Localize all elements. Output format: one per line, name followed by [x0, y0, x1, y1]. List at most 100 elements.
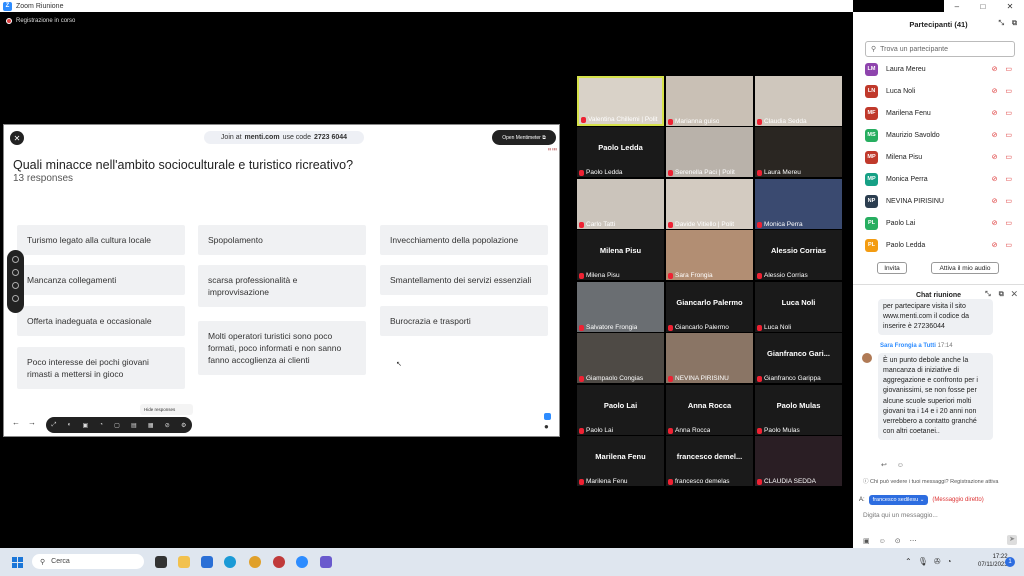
comment-icon[interactable]: ▢: [114, 422, 120, 429]
clock[interactable]: 17:22 07/11/2023: [978, 553, 1008, 570]
recording-indicator[interactable]: Registrazione in corso: [6, 18, 75, 24]
participant-row[interactable]: MP Milena Pisu ⊘ ▭: [865, 147, 1015, 167]
video-tile[interactable]: NEVINA PIRISINU: [666, 333, 753, 383]
timer-icon[interactable]: ◔: [99, 422, 103, 428]
muted-mic-icon: [668, 324, 673, 331]
grid-icon[interactable]: ▦: [148, 422, 154, 429]
video-tile[interactable]: Milena Pisu Milena Pisu: [577, 230, 664, 280]
video-tile[interactable]: Paolo Lai Paolo Lai: [577, 385, 664, 435]
tool-icon[interactable]: [12, 282, 19, 289]
tile-name: Valentina Chillemi | Polit: [588, 116, 658, 123]
settings-icon[interactable]: ⚙: [181, 422, 186, 429]
participant-row[interactable]: PL Paolo Lai ⊘ ▭: [865, 213, 1015, 233]
tool-icon[interactable]: [12, 256, 19, 263]
zoom-icon[interactable]: [296, 556, 308, 568]
response-card: Mancanza collegamenti: [17, 265, 185, 295]
tool-icon[interactable]: [12, 295, 19, 302]
presenter-toolbar[interactable]: ⤢ ◐ ▣ ◔ ▢ ▤ ▦ ⊘ ⚙: [46, 417, 192, 433]
reaction-icon[interactable]: ◐: [68, 422, 72, 428]
video-tile[interactable]: Alessio Corrias Alessio Corrias: [755, 230, 842, 280]
unmute-me-button[interactable]: Attiva il mio audio: [931, 262, 999, 274]
participant-row[interactable]: NP NEVINA PIRISINU ⊘ ▭: [865, 191, 1015, 211]
muted-mic-icon: [668, 221, 673, 228]
video-tile[interactable]: Valentina Chillemi | Polit: [577, 76, 664, 126]
video-tile[interactable]: Gianfranco Gari... Gianfranco Garippa: [755, 333, 842, 383]
chat-input[interactable]: Digita qui un messaggio...: [863, 512, 938, 519]
video-tile[interactable]: francesco demel... francesco demelas: [666, 436, 753, 486]
fullscreen-icon[interactable]: ⤢: [52, 422, 57, 429]
taskbar-search[interactable]: ⚲ Cerca: [32, 554, 144, 569]
tool-icon[interactable]: [12, 269, 19, 276]
invite-button[interactable]: Invita: [877, 262, 907, 274]
close-icon[interactable]: ✕: [10, 131, 24, 145]
video-tile[interactable]: Davide Vitiello | Polit: [666, 179, 753, 229]
video-tile[interactable]: Giampaolo Congias: [577, 333, 664, 383]
hide-icon[interactable]: ⊘: [165, 422, 170, 429]
audience-icon[interactable]: ●: [544, 413, 554, 431]
video-tile[interactable]: Luca Noli Luca Noli: [755, 282, 842, 332]
chat-window-icons[interactable]: ⤡ ⧉ ✕: [985, 291, 1020, 299]
hide-responses-tooltip: Hide responses: [140, 404, 193, 415]
tile-name: Paolo Mulas: [764, 427, 800, 434]
video-tile[interactable]: Paolo Mulas Paolo Mulas: [755, 385, 842, 435]
video-tile[interactable]: Paolo Ledda Paolo Ledda: [577, 127, 664, 177]
participant-row[interactable]: LM Laura Mereu ⊘ ▭: [865, 59, 1015, 79]
reply-icons[interactable]: ↩ ☺: [881, 461, 908, 469]
tile-name: Milena Pisu: [586, 272, 620, 279]
system-tray[interactable]: ⌃🎙︎✇◔: [905, 557, 957, 566]
response-card: Smantellamento dei servizi essenziali: [380, 265, 548, 295]
video-tile[interactable]: Sara Frongia: [666, 230, 753, 280]
muted-video-off-icon: ⊘ ▭: [991, 110, 1015, 117]
windows-start-icon[interactable]: [12, 557, 23, 568]
video-tile[interactable]: Laura Mereu: [755, 127, 842, 177]
video-tile[interactable]: CLAUDIA SEDDA: [755, 436, 842, 486]
video-tile[interactable]: Carlo Tatti: [577, 179, 664, 229]
recipient-select[interactable]: francesco sedilesu ⌄: [868, 495, 929, 505]
video-tile[interactable]: Claudia Sedda: [755, 76, 842, 126]
participant-row[interactable]: MF Marilena Fenu ⊘ ▭: [865, 103, 1015, 123]
mouse-cursor-icon: ↖: [396, 361, 402, 368]
participant-name: Marilena Fenu: [886, 109, 931, 117]
maximize-button[interactable]: □: [980, 2, 985, 11]
muted-video-off-icon: ⊘ ▭: [991, 198, 1015, 205]
open-mentimeter-button[interactable]: Open Mentimeter ⧉: [492, 130, 556, 145]
task-view-icon[interactable]: [155, 556, 167, 568]
chat-privacy-note[interactable]: ⓘ Chi può vedere i tuoi messaggi? Regist…: [863, 477, 998, 485]
close-window-button[interactable]: ✕: [1007, 2, 1014, 11]
participants-title: Partecipanti (41): [909, 19, 968, 29]
file-explorer-icon[interactable]: [178, 556, 190, 568]
video-tile[interactable]: Serenella Paci | Polit: [666, 127, 753, 177]
video-tile[interactable]: Marilena Fenu Marilena Fenu: [577, 436, 664, 486]
edge-icon[interactable]: [224, 556, 236, 568]
app-icon[interactable]: [320, 556, 332, 568]
minimize-button[interactable]: –: [955, 2, 959, 11]
panel-window-icons[interactable]: ⤡ ⧉: [998, 20, 1020, 28]
slide-nav[interactable]: ←→: [12, 418, 44, 427]
tile-name: CLAUDIA SEDDA: [764, 478, 817, 485]
chat-icon[interactable]: ▤: [131, 422, 137, 429]
tile-display-name: Marilena Fenu: [595, 452, 646, 461]
notification-badge[interactable]: 1: [1005, 557, 1015, 567]
participant-row[interactable]: MS Maurizio Savoldo ⊘ ▭: [865, 125, 1015, 145]
mail-icon[interactable]: [201, 556, 213, 568]
search-placeholder: Trova un partecipante: [880, 45, 948, 53]
chrome-icon[interactable]: [249, 556, 261, 568]
video-tile[interactable]: Salvatore Frongia: [577, 282, 664, 332]
participant-row[interactable]: MP Monica Perra ⊘ ▭: [865, 169, 1015, 189]
chat-toolbar[interactable]: ▣☺⊙⋯: [863, 537, 926, 545]
qr-icon[interactable]: ▣: [82, 422, 88, 429]
video-tile[interactable]: Anna Rocca Anna Rocca: [666, 385, 753, 435]
tile-name-label: Sara Frongia: [668, 272, 713, 279]
send-icon[interactable]: ➤: [1007, 535, 1017, 545]
video-tile[interactable]: Giancarlo Palermo Giancarlo Palermo: [666, 282, 753, 332]
participant-search-input[interactable]: ⚲ Trova un partecipante: [865, 41, 1015, 57]
video-tile[interactable]: Marianna guiso: [666, 76, 753, 126]
tile-display-name: Paolo Lai: [603, 401, 638, 410]
muted-video-off-icon: ⊘ ▭: [991, 66, 1015, 73]
side-toolbar[interactable]: [7, 250, 24, 313]
video-tile[interactable]: Monica Perra: [755, 179, 842, 229]
participant-name: Luca Noli: [886, 87, 916, 95]
participant-row[interactable]: LN Luca Noli ⊘ ▭: [865, 81, 1015, 101]
participant-row[interactable]: PL Paolo Ledda ⊘ ▭: [865, 235, 1015, 255]
app-icon[interactable]: [273, 556, 285, 568]
